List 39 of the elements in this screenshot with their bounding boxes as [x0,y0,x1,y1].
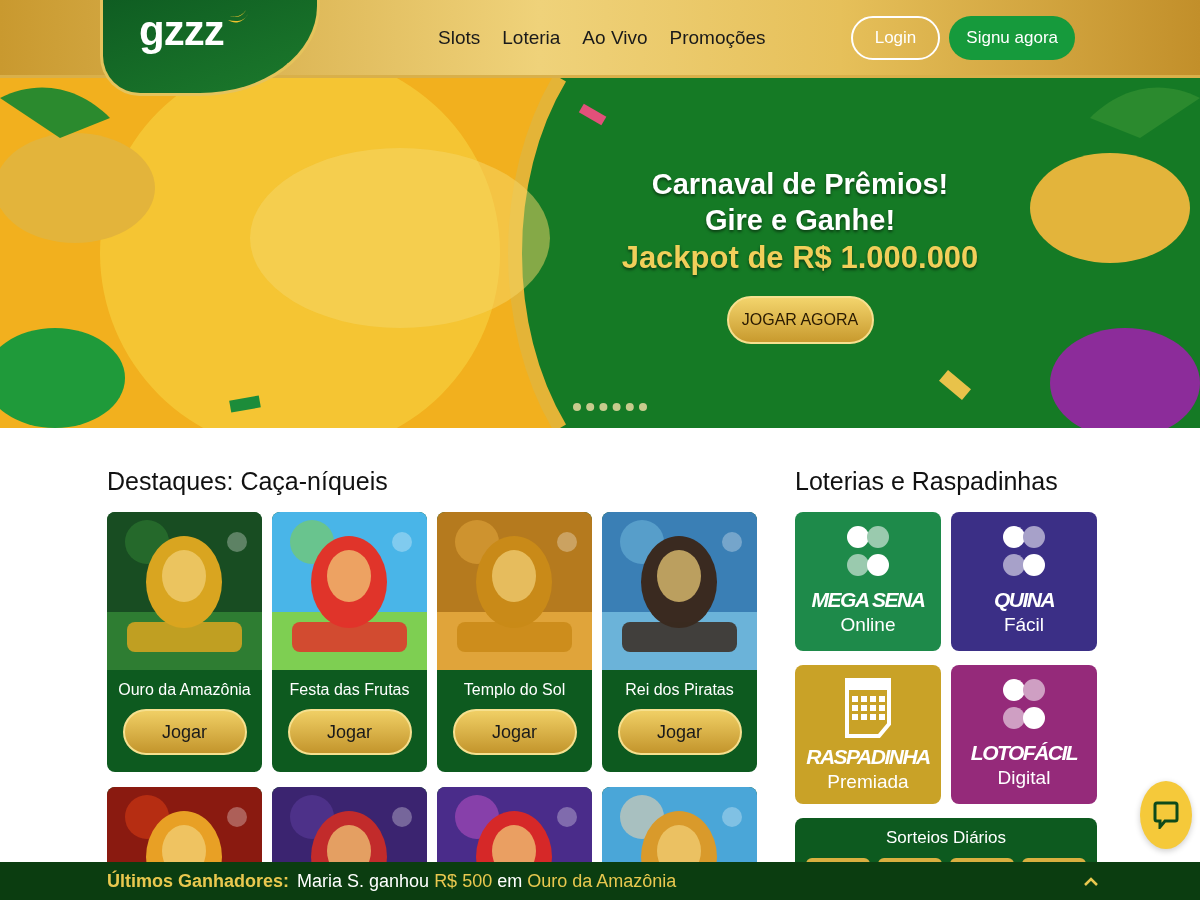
lottery-subtitle: Premiada [827,770,909,794]
lottery-subtitle: Online [840,613,896,637]
play-button[interactable]: Jogar [287,709,412,755]
lottery-subtitle: Digital [997,766,1051,790]
nav-link[interactable]: Promoções [669,26,766,49]
winner-message: Maria S. ganhou R$ 500 em Ouro da Amazônia [297,870,677,892]
lottery-tile[interactable]: QUINA Fácil [951,512,1097,651]
lottery-title: RASPADINHA [806,744,930,770]
game-title: Ouro da Amazônia [118,681,251,699]
game-title: Festa das Frutas [289,681,410,699]
chat-button[interactable] [1140,781,1192,849]
lottery-title: MEGA SENA [811,587,925,613]
lottery-tile[interactable]: MEGA SENA Online [795,512,941,651]
jackpot-text: Jackpot de R$ 1.000.000 [621,239,979,277]
play-button[interactable]: Jogar [452,709,577,755]
section-title: Loterias e Raspadinhas [795,466,1059,496]
nav-link[interactable]: Ao Vivo [582,26,648,49]
lottery-tile[interactable]: LOTOFÁCIL Digital [951,665,1097,804]
section-title: Destaques: Caça-níqueis [107,466,389,496]
chat-icon [1153,801,1179,829]
banner-headline: Gire e Ganhe! [704,203,896,238]
game-title: Rei dos Piratas [625,681,734,699]
banner-headline: Carnaval de Prêmios! [651,167,949,202]
lottery-title: LOTOFÁCIL [970,740,1078,766]
ticker-label: Últimos Ganhadores: [107,870,290,892]
play-now-button[interactable]: JOGAR AGORA [726,296,874,344]
game-title: Templo do Sol [463,681,566,699]
play-button[interactable]: Jogar [617,709,742,755]
lottery-title: QUINA [993,587,1055,613]
lottery-subtitle: Fácil [1003,613,1045,637]
logo-text: gzzz [139,10,224,52]
draws-title: Sorteios Diários [886,828,1006,848]
logo-badge[interactable]: gzzz [100,0,320,96]
carousel-dots[interactable] [572,402,648,412]
nav-link[interactable]: Loteria [502,26,561,49]
chevron-up-icon [1084,876,1098,886]
play-button[interactable]: Jogar [122,709,247,755]
signup-button[interactable]: Signu agora [949,15,1075,60]
nav-link[interactable]: Slots [438,26,481,49]
